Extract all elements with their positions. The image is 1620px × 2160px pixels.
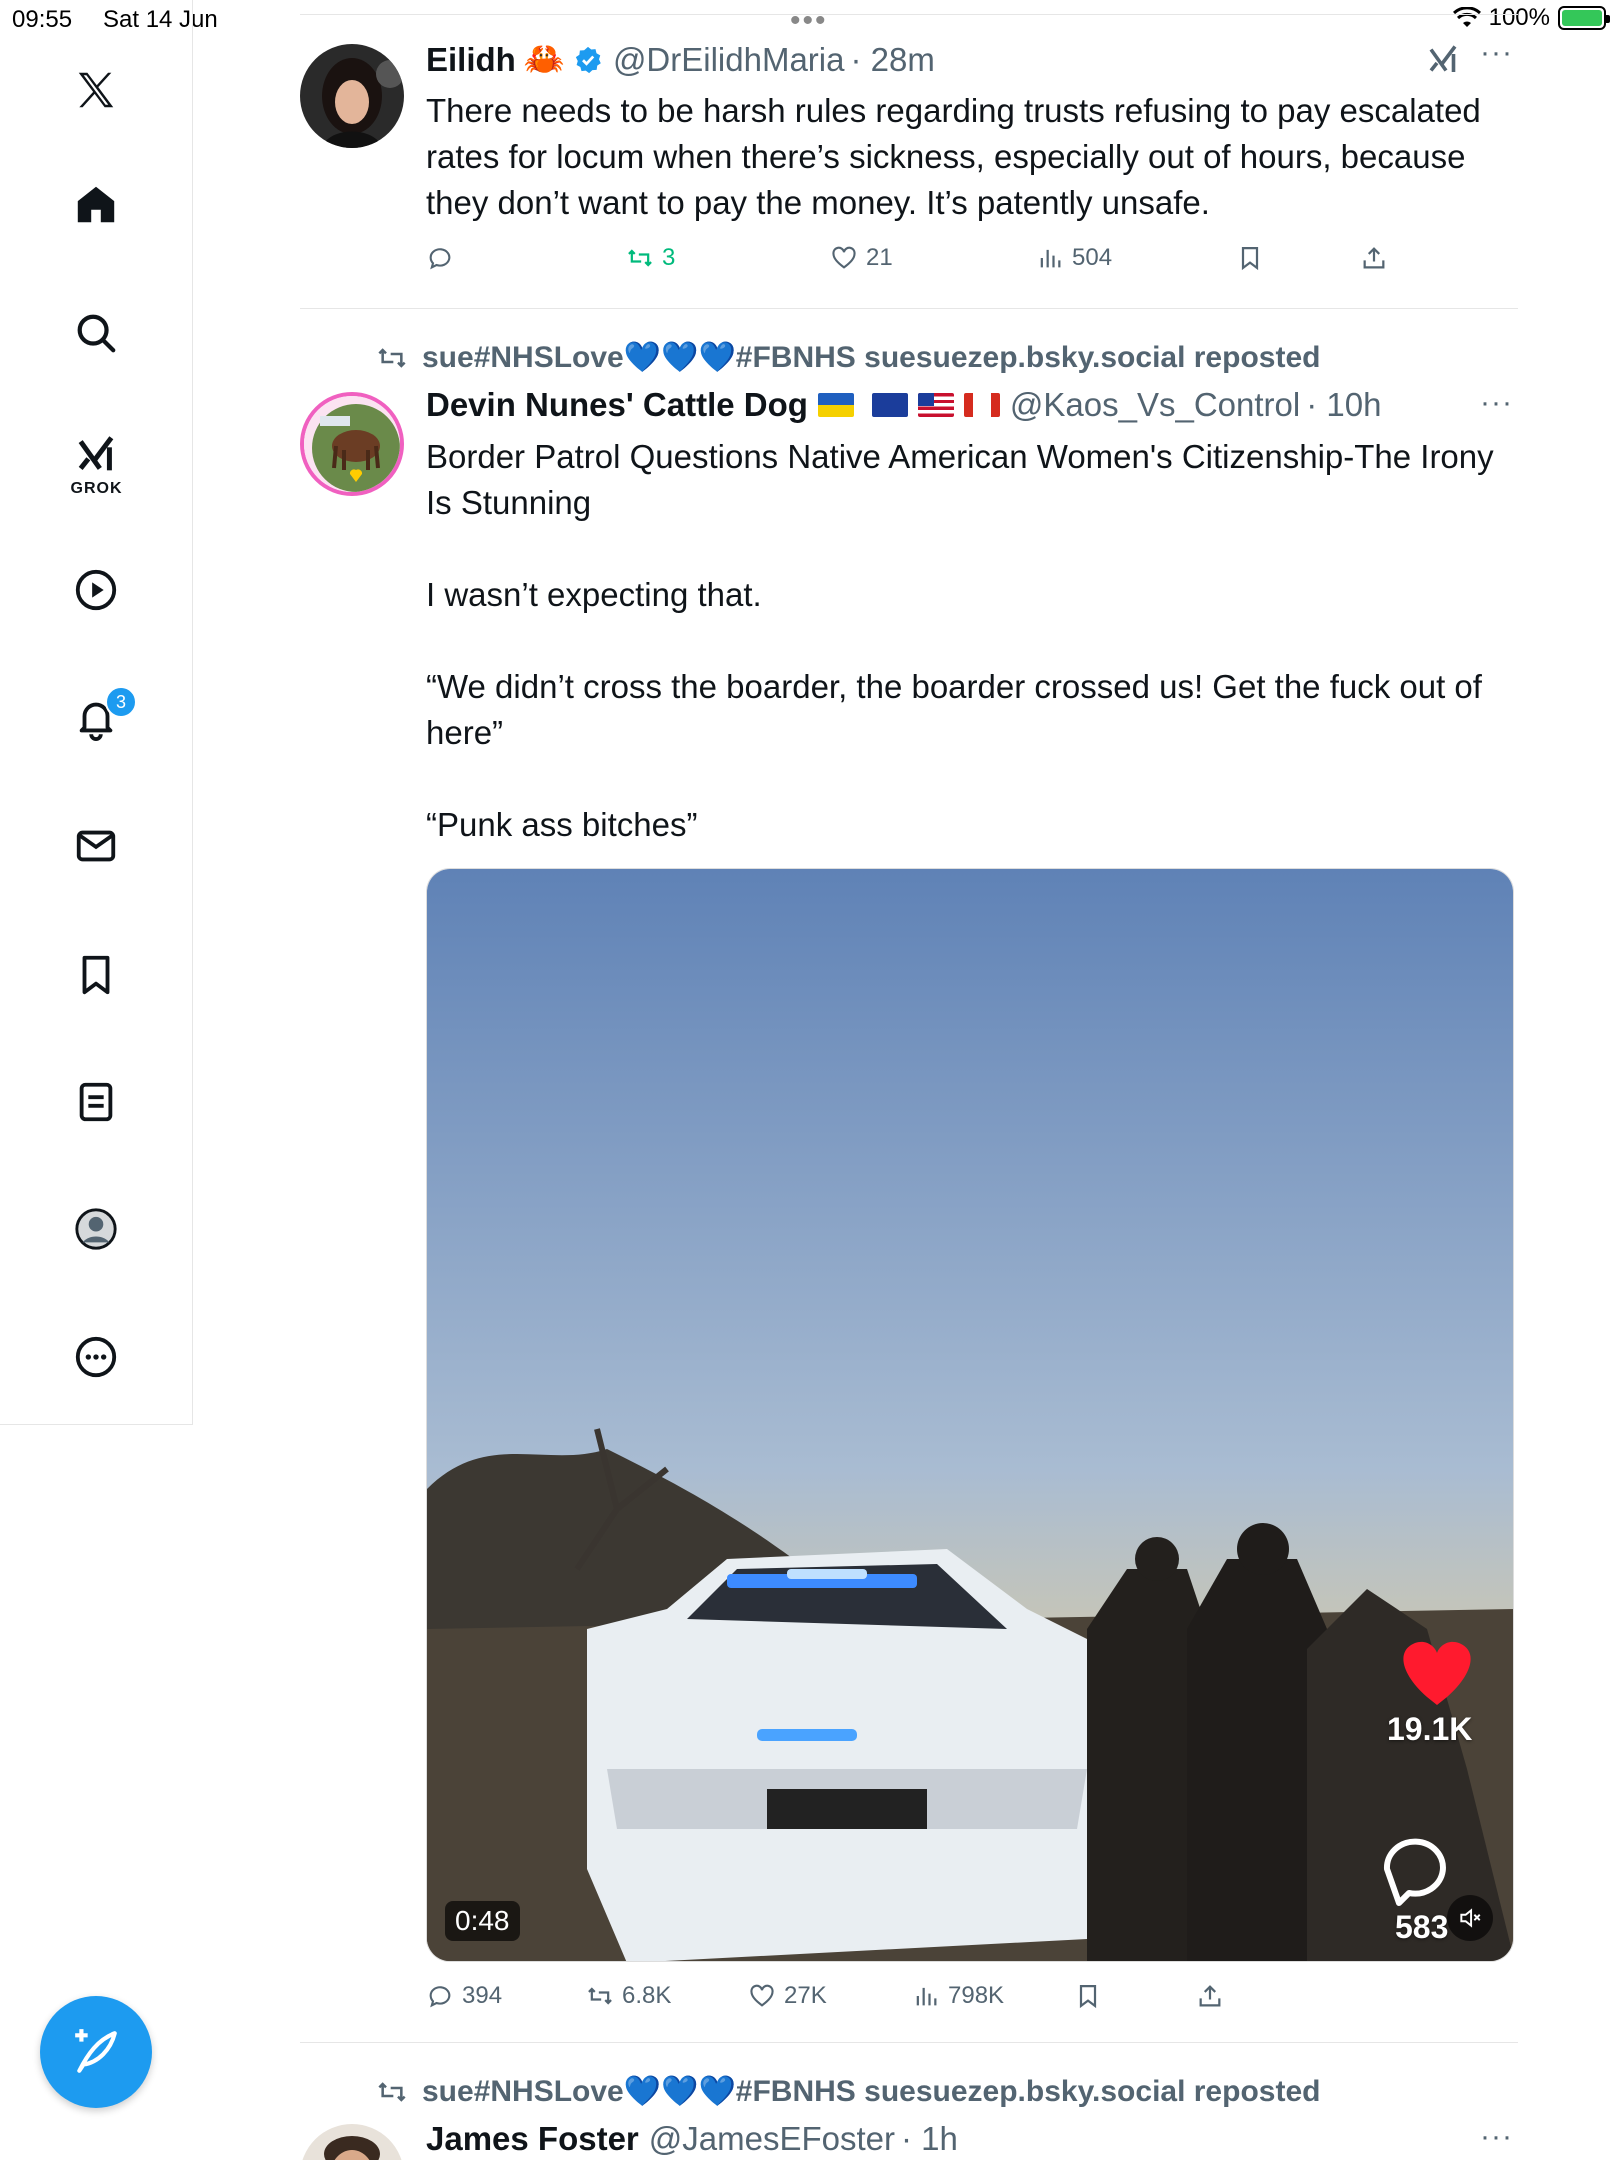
author-handle[interactable]: @JamesEFoster xyxy=(649,2120,895,2158)
bookmarks-icon[interactable] xyxy=(66,945,126,1005)
bookmark-button[interactable] xyxy=(1236,244,1264,272)
top-rule xyxy=(300,14,1518,15)
like-count: 21 xyxy=(866,244,893,271)
avatar[interactable] xyxy=(300,392,404,496)
views-chart-icon xyxy=(1040,249,1061,268)
reply-icon xyxy=(429,248,451,270)
multitasking-dots-icon[interactable]: ••• xyxy=(790,4,828,38)
status-bar: 09:55 Sat 14 Jun ••• 100% xyxy=(0,0,1620,40)
repost-text: sue#NHSLove💙💙💙#FBNHS suesuezep.bsky.soci… xyxy=(422,2075,1321,2108)
share-button[interactable] xyxy=(1360,244,1388,272)
divider xyxy=(300,2042,1518,2043)
bookmark-button[interactable] xyxy=(1074,1982,1102,2010)
canada-flag-icon xyxy=(963,393,1000,417)
post-time[interactable]: · 10h xyxy=(1306,386,1381,424)
repost-icon xyxy=(378,347,406,368)
retweet-button[interactable]: 3 xyxy=(626,244,675,272)
video-frame xyxy=(427,869,1513,1961)
author-name[interactable]: James Foster xyxy=(426,2120,639,2158)
compose-feather-icon xyxy=(75,2029,117,2073)
status-right: 100% xyxy=(1452,4,1610,32)
heart-icon xyxy=(750,1984,774,2007)
views-count: 798K xyxy=(948,1982,1005,2009)
search-icon[interactable] xyxy=(66,303,126,363)
like-button[interactable]: 27K xyxy=(748,1982,827,2010)
tweet-actions: 3 21 504 xyxy=(426,244,1426,284)
author-handle[interactable]: @DrEilidhMaria xyxy=(613,41,845,79)
bookmark-icon xyxy=(1079,1984,1097,2009)
like-button[interactable]: 21 xyxy=(830,244,893,272)
more-options-icon[interactable] xyxy=(66,1327,126,1387)
video-player[interactable]: 0:48 19.1K 583 xyxy=(426,868,1514,1962)
verified-badge-icon xyxy=(575,46,601,73)
sidebar-nav: GROK 3 xyxy=(0,0,193,1425)
retweet-count: 6.8K xyxy=(622,1982,672,2009)
reply-icon xyxy=(429,1986,451,2008)
tweet-actions: 394 6.8K 27K 798K xyxy=(426,1982,1426,2022)
reply-button[interactable]: 394 xyxy=(426,1982,502,2010)
ukraine-flag-icon xyxy=(817,393,854,417)
retweet-icon xyxy=(588,1987,612,2005)
retweet-icon xyxy=(628,249,652,267)
author-line: Devin Nunes' Cattle Dog @Kaos_Vs_Control… xyxy=(426,386,1381,424)
share-icon xyxy=(1363,247,1385,269)
speaker-muted-icon xyxy=(1460,1908,1481,1928)
video-duration: 0:48 xyxy=(445,1901,520,1941)
crab-emoji: 🦀 xyxy=(523,40,565,77)
heart-icon xyxy=(832,246,856,269)
more-options-icon[interactable]: ··· xyxy=(1480,2120,1513,2154)
author-name[interactable]: Devin Nunes' Cattle Dog xyxy=(426,386,808,424)
share-icon xyxy=(1199,1985,1221,2007)
notifications-badge: 3 xyxy=(105,686,137,718)
lists-icon[interactable] xyxy=(66,1072,126,1132)
battery-percent: 100% xyxy=(1488,4,1550,31)
share-button[interactable] xyxy=(1196,1982,1224,2010)
tweet-text: There needs to be harsh rules regarding … xyxy=(426,92,1481,221)
mute-button[interactable] xyxy=(1447,1895,1493,1941)
home-icon[interactable] xyxy=(66,175,126,235)
battery-icon xyxy=(1558,6,1610,30)
views-chart-icon xyxy=(916,1987,937,2006)
divider xyxy=(300,308,1518,309)
post-time[interactable]: · 28m xyxy=(851,41,935,79)
retweet-count: 3 xyxy=(662,244,676,271)
retweet-button[interactable]: 6.8K xyxy=(586,1982,671,2010)
views-button[interactable]: 504 xyxy=(1036,244,1112,272)
grok-icon[interactable] xyxy=(66,425,126,485)
more-options-icon[interactable]: ··· xyxy=(1480,386,1513,420)
avatar[interactable] xyxy=(300,44,404,148)
video-icon[interactable] xyxy=(66,560,126,620)
grok-explain-icon[interactable] xyxy=(1425,42,1461,78)
video-overlay-like-count: 19.1K xyxy=(1387,1711,1473,1747)
repost-indicator[interactable]: sue#NHSLove💙💙💙#FBNHS suesuezep.bsky.soci… xyxy=(376,2074,1320,2109)
reply-button[interactable] xyxy=(426,244,462,272)
repost-text: sue#NHSLove💙💙💙#FBNHS suesuezep.bsky.soci… xyxy=(422,341,1321,374)
us-flag-icon xyxy=(917,393,954,417)
post-time[interactable]: · 1h xyxy=(901,2120,958,2158)
author-line: Eilidh 🦀 @DrEilidhMaria · 28m xyxy=(426,40,935,79)
bookmark-icon xyxy=(1241,246,1259,271)
video-overlay-comment-count: 583 xyxy=(1395,1909,1449,1945)
tweet-text: Border Patrol Questions Native American … xyxy=(426,438,1494,843)
x-logo-icon[interactable] xyxy=(66,60,126,120)
grok-label: GROK xyxy=(70,480,123,497)
messages-envelope-icon[interactable] xyxy=(66,816,126,876)
repost-icon xyxy=(378,2081,406,2102)
avatar[interactable] xyxy=(300,2124,404,2160)
more-options-icon[interactable]: ··· xyxy=(1480,36,1513,70)
views-button[interactable]: 798K xyxy=(912,1982,1004,2010)
profile-avatar-icon[interactable] xyxy=(66,1199,126,1259)
views-count: 504 xyxy=(1072,244,1113,271)
author-line: James Foster @JamesEFoster · 1h xyxy=(426,2120,958,2158)
author-handle[interactable]: @Kaos_Vs_Control xyxy=(1010,386,1300,424)
reply-count: 394 xyxy=(462,1982,503,2009)
wifi-icon xyxy=(1452,7,1481,27)
like-count: 27K xyxy=(784,1982,827,2009)
compose-post-button[interactable] xyxy=(40,1996,152,2108)
repost-indicator[interactable]: sue#NHSLove💙💙💙#FBNHS suesuezep.bsky.soci… xyxy=(376,340,1320,375)
eu-flag-icon xyxy=(871,393,908,417)
author-name[interactable]: Eilidh xyxy=(426,41,516,79)
